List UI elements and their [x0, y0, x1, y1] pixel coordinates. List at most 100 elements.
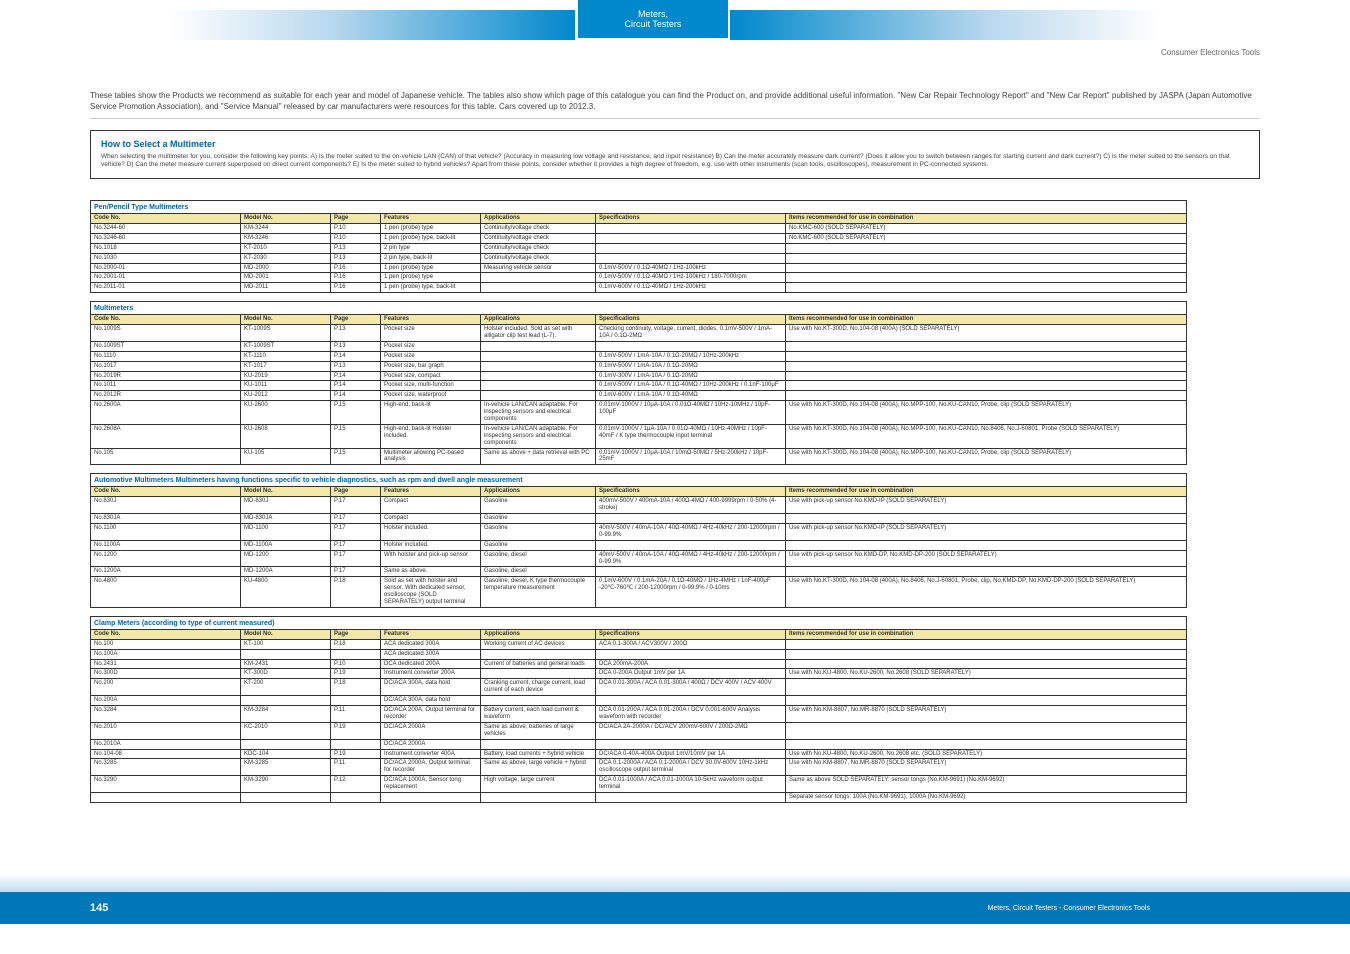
table-row: No.105KU-105P.15Multimeter allowing PC-b… [91, 448, 1187, 465]
table-cell: 1 pen (probe) type, back-lit [381, 283, 481, 293]
box-body: When selecting the multimeter for you, c… [101, 153, 1249, 170]
table-row: No.300DKT-300DP.19Instrument converter 2… [91, 669, 1187, 679]
table-cell: Battery current, each load current & wav… [481, 706, 596, 723]
table-cell: Current of batteries and general loads [481, 659, 596, 669]
table-cell [596, 696, 786, 706]
table-cell: DC/ACA 200A, Output terminal for recorde… [381, 706, 481, 723]
column-header: Model No. [241, 487, 331, 497]
table-cell: KM-3290 [241, 776, 331, 793]
column-header: Items recommended for use in combination [786, 315, 1187, 325]
table-cell: No.2000-01 [91, 263, 241, 273]
table-cell: KM-3246 [241, 233, 331, 243]
column-header: Features [381, 214, 481, 224]
table-cell: KU-2019 [241, 371, 331, 381]
table-cell [596, 223, 786, 233]
table-row: No.1009STKT-1009STP.13Pocket size [91, 341, 1187, 351]
table-cell: No.3285 [91, 759, 241, 776]
table-cell: KU-1011 [241, 381, 331, 391]
table-cell: KT-1017 [241, 361, 331, 371]
table-cell: 2 pin type [381, 243, 481, 253]
table-cell: P.10 [331, 223, 381, 233]
table-cell: Same as above + data retrieval with PC [481, 448, 596, 465]
table-cell [481, 696, 596, 706]
table-row: No.1017KT-1017P.13Pocket size, bar graph… [91, 361, 1187, 371]
table-cell [241, 696, 331, 706]
table-cell: No.KMC-600 (SOLD SEPARATELY) [786, 233, 1187, 243]
table-cell: 0.1mV-500V / 1mA-10A / 0.1Ω-40MΩ / 10Hz-… [596, 381, 786, 391]
table-cell: P.15 [331, 424, 381, 448]
table-cell [481, 391, 596, 401]
table-cell: Gasoline, diesel [481, 567, 596, 577]
table-cell [596, 341, 786, 351]
table-cell: KM-3285 [241, 759, 331, 776]
table-cell [786, 659, 1187, 669]
table-cell: DCA 0.01-1000A / ACA 0.01-1000A 10-5kHz … [596, 776, 786, 793]
table-cell [241, 792, 331, 802]
table-cell: Pen/Pencil Type Multimeters [91, 201, 1187, 214]
table-row: No.104-08KDC-104P.19Instrument converter… [91, 749, 1187, 759]
table-cell: 0.1mV-500V / 1mA-10A / 0.1Ω-20MΩ / 10Hz-… [596, 351, 786, 361]
table-cell: Working current of AC devices [481, 639, 596, 649]
table-cell: No.200A [91, 696, 241, 706]
table-cell: Use with No.KM-8807, No.MR-8870 (SOLD SE… [786, 706, 1187, 723]
table-cell: KM-3284 [241, 706, 331, 723]
table-cell: Automotive Multimeters Multimeters havin… [91, 474, 1187, 487]
table-cell: P.19 [331, 669, 381, 679]
table-cell: Pocket size [381, 341, 481, 351]
column-header: Features [381, 629, 481, 639]
column-header: Applications [481, 629, 596, 639]
table-cell: No.830JA [91, 514, 241, 524]
table-cell: No.1017 [91, 361, 241, 371]
table-cell: 40mV-500V / 40mA-10A / 40Ω-40MΩ / 4Hz-40… [596, 523, 786, 540]
table-row: No.1200AMD-1200AP.17Same as above.Gasoli… [91, 567, 1187, 577]
table-cell [786, 351, 1187, 361]
table-cell: Compact [381, 497, 481, 514]
table-cell: DC/ACA 2A-2000A / DC/ACV 200mV-600V / 20… [596, 722, 786, 739]
table-row: No.4800KU-4800P.18Sold as set with holst… [91, 577, 1187, 608]
table-cell: Pocket size, compact [381, 371, 481, 381]
table-cell: KT-300D [241, 669, 331, 679]
table-cell: P.11 [331, 706, 381, 723]
table-cell: No.1200 [91, 550, 241, 567]
table-cell: KT-1110 [241, 351, 331, 361]
table-cell [381, 792, 481, 802]
table-row: No.1018KT-2010P.132 pin typeContinuity/v… [91, 243, 1187, 253]
table-cell [786, 722, 1187, 739]
table-row: No.1110KT-1110P.14Pocket size0.1mV-500V … [91, 351, 1187, 361]
table-cell [786, 567, 1187, 577]
table-cell: No.1018 [91, 243, 241, 253]
table-row: No.2600AKU-2600P.15High-end, back-litIn-… [91, 401, 1187, 425]
table-row: No.1011KU-1011P.14Pocket size, multi-fun… [91, 381, 1187, 391]
table-cell: DCA 0.1-2000A / ACA 0.1-2000A / DCV 30.0… [596, 759, 786, 776]
table-cell: Holster included. [381, 540, 481, 550]
table-cell: DC/ACA 1000A, Sensor tong replacement [381, 776, 481, 793]
table-cell: Same as above. [381, 567, 481, 577]
column-header: Page [331, 315, 381, 325]
table-cell: 0.01mV-1000V / 10μA-10A / 0.01Ω-40MΩ / 1… [596, 401, 786, 425]
table-row: No.1030KT-2030P.132 pin type, back-litCo… [91, 253, 1187, 263]
table-cell [481, 792, 596, 802]
meters-table: Pen/Pencil Type MultimetersCode No.Model… [90, 200, 1187, 811]
table-cell: Use with pick-up sensor No.KMD-IP (SOLD … [786, 497, 1187, 514]
table-cell: No.KMC-600 (SOLD SEPARATELY) [786, 223, 1187, 233]
table-cell: No.2001-01 [91, 273, 241, 283]
box-title: How to Select a Multimeter [101, 139, 1249, 149]
header-gradient-right [730, 10, 1160, 40]
table-row: No.1100MD-1100P.17Holster included.Gasol… [91, 523, 1187, 540]
table-cell [596, 233, 786, 243]
table-cell: MD-830JA [241, 514, 331, 524]
table-cell: MD-1100A [241, 540, 331, 550]
table-cell: Holster included. Sold as set with allig… [481, 325, 596, 342]
table-cell: No.3290 [91, 776, 241, 793]
table-cell: P.17 [331, 523, 381, 540]
table-cell: Pocket size, waterproof [381, 391, 481, 401]
table-cell: 0.1mV-600V / 1mA-10A / 0.1Ω-40MΩ [596, 391, 786, 401]
table-cell: 1 pen (probe) type [381, 273, 481, 283]
table-cell: Continuity/voltage check [481, 223, 596, 233]
table-row: No.2000-01MD-2000P.161 pen (probe) typeM… [91, 263, 1187, 273]
table-cell: KU-4800 [241, 577, 331, 608]
table-cell [786, 696, 1187, 706]
column-header: Specifications [596, 487, 786, 497]
table-cell: P.12 [331, 776, 381, 793]
table-cell: Sold as set with holster and sensor. Wit… [381, 577, 481, 608]
